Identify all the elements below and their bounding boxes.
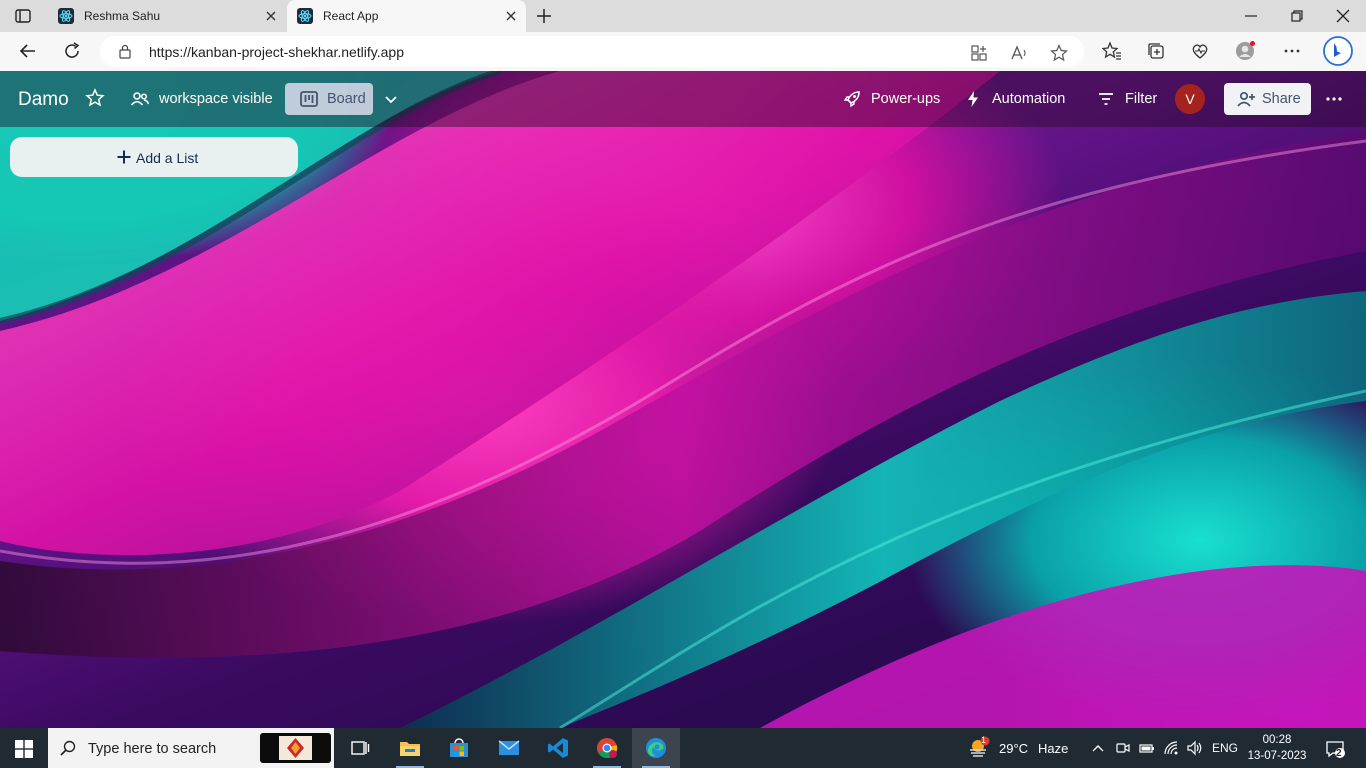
search-placeholder: Type here to search <box>88 741 217 757</box>
taskbar-file-explorer[interactable] <box>386 728 434 768</box>
notification-center-icon[interactable] <box>1325 739 1345 759</box>
weather-haze-icon[interactable] <box>968 736 990 758</box>
taskbar-edge[interactable] <box>632 728 680 768</box>
search-highlight-icon <box>279 736 312 760</box>
chevron-up-icon[interactable] <box>1090 740 1106 756</box>
refresh-icon[interactable] <box>62 41 82 61</box>
add-user-icon <box>1237 91 1255 107</box>
app-available-icon[interactable] <box>970 44 988 62</box>
weather-temperature[interactable]: 29°C <box>999 741 1028 756</box>
collections-icon[interactable] <box>1146 41 1166 61</box>
store-icon <box>450 738 468 757</box>
power-ups-button[interactable]: Power-ups <box>871 91 940 107</box>
favorites-icon[interactable] <box>1102 41 1122 61</box>
bing-chat-icon[interactable] <box>1323 36 1353 66</box>
tab-reshma-sahu[interactable]: Reshma Sahu <box>48 0 286 32</box>
taskbar-vscode[interactable] <box>534 728 582 768</box>
search-icon <box>60 740 76 756</box>
share-label: Share <box>1262 91 1301 107</box>
close-window-icon[interactable] <box>1335 8 1351 24</box>
more-menu-icon[interactable] <box>1324 89 1344 109</box>
browser-tab-strip: Reshma Sahu React App <box>0 0 1366 32</box>
close-tab-icon[interactable] <box>504 9 518 23</box>
address-bar[interactable]: https://kanban-project-shekhar.netlify.a… <box>100 36 1084 67</box>
search-highlight-image[interactable] <box>260 733 331 763</box>
restore-icon[interactable] <box>1289 8 1305 24</box>
board-view-label: Board <box>327 91 366 107</box>
folder-icon <box>400 742 420 756</box>
browser-essentials-icon[interactable] <box>1190 41 1210 61</box>
filter-icon <box>1099 93 1113 105</box>
clock-date: 13-07-2023 <box>1247 750 1307 762</box>
tab-title: React App <box>323 9 379 23</box>
weather-description[interactable]: Haze <box>1038 741 1068 756</box>
edge-icon <box>646 738 666 758</box>
taskbar-clock[interactable]: 00:28 13-07-2023 <box>1247 732 1307 764</box>
taskbar-search[interactable]: Type here to search <box>48 728 334 768</box>
mail-icon <box>498 740 520 755</box>
back-icon[interactable] <box>18 41 38 61</box>
meet-now-icon[interactable] <box>1115 740 1131 756</box>
member-avatar[interactable]: V <box>1175 84 1205 114</box>
url-text[interactable]: https://kanban-project-shekhar.netlify.a… <box>149 44 404 60</box>
volume-icon[interactable] <box>1187 740 1203 756</box>
board-view-button[interactable]: Board <box>285 83 373 115</box>
taskbar-chrome[interactable] <box>583 728 631 768</box>
windows-start-icon[interactable] <box>15 740 33 758</box>
chevron-down-icon[interactable] <box>381 89 401 109</box>
task-view-button[interactable] <box>336 728 384 768</box>
profile-avatar-icon[interactable] <box>1235 41 1255 61</box>
react-favicon-icon <box>58 8 74 24</box>
lock-icon[interactable] <box>118 44 132 59</box>
star-icon[interactable] <box>85 88 105 108</box>
add-list-label: Add a List <box>136 150 199 166</box>
taskbar-microsoft-store[interactable] <box>435 728 483 768</box>
close-tab-icon[interactable] <box>264 9 278 23</box>
more-options-icon[interactable] <box>1282 41 1302 61</box>
board-icon <box>300 91 318 107</box>
lightning-icon <box>968 91 978 107</box>
chrome-icon <box>597 738 618 759</box>
tab-react-app[interactable]: React App <box>287 0 526 32</box>
people-icon <box>130 92 150 106</box>
vscode-icon <box>548 738 568 758</box>
tab-title: Reshma Sahu <box>84 9 161 23</box>
tab-actions-icon[interactable] <box>14 7 32 25</box>
workspace-visible-button[interactable]: workspace visible <box>159 91 273 107</box>
windows-taskbar: Type here to search 1 29°C Haze ENG 00:2… <box>0 728 1366 768</box>
new-tab-icon[interactable] <box>535 7 553 25</box>
board-header: Damo workspace visible Board Power-ups A… <box>0 71 1366 127</box>
notification-count: 2 <box>1336 748 1342 759</box>
read-aloud-icon[interactable] <box>1010 44 1028 62</box>
kanban-board: Damo workspace visible Board Power-ups A… <box>0 71 1366 728</box>
add-list-button[interactable]: Add a List <box>10 137 298 177</box>
favorite-star-icon[interactable] <box>1050 44 1068 62</box>
wifi-icon[interactable] <box>1163 740 1179 756</box>
taskbar-mail[interactable] <box>485 728 533 768</box>
clock-time: 00:28 <box>1262 734 1292 746</box>
plus-icon <box>117 150 131 164</box>
task-view-icon <box>351 741 370 755</box>
board-title[interactable]: Damo <box>18 89 69 111</box>
rocket-icon <box>843 91 860 108</box>
weather-alert-badge: 1 <box>981 735 987 745</box>
language-indicator[interactable]: ENG <box>1212 741 1238 755</box>
browser-toolbar: https://kanban-project-shekhar.netlify.a… <box>0 32 1366 71</box>
react-favicon-icon <box>297 8 313 24</box>
filter-button[interactable]: Filter <box>1125 91 1157 107</box>
automation-button[interactable]: Automation <box>992 91 1065 107</box>
minimize-icon[interactable] <box>1243 8 1259 24</box>
share-button[interactable]: Share <box>1224 83 1311 115</box>
battery-icon[interactable] <box>1139 740 1155 756</box>
